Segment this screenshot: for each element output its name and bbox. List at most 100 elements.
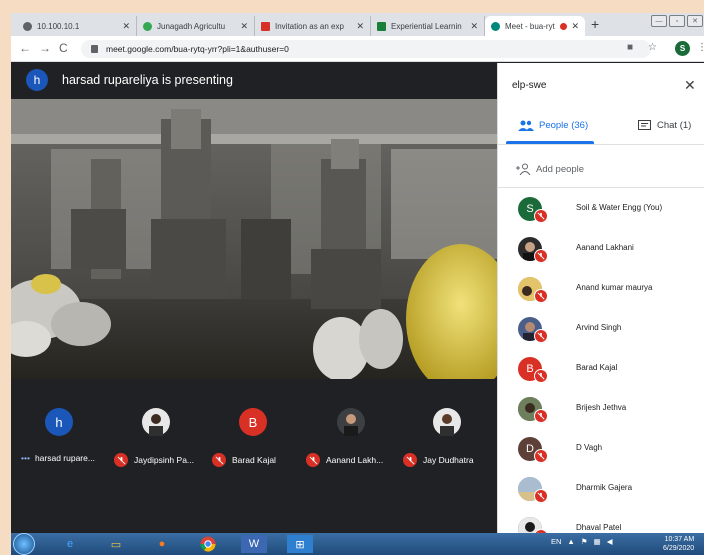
meet-icon xyxy=(491,21,500,31)
meeting-code: elp-swe xyxy=(512,80,547,91)
lock-icon xyxy=(91,45,98,53)
close-panel-icon[interactable]: ✕ xyxy=(684,77,696,94)
mic-off-icon xyxy=(534,369,548,383)
more-options-icon[interactable]: ••• xyxy=(21,453,30,463)
network-app-icon[interactable]: ⊞ xyxy=(287,535,313,553)
volume-icon[interactable]: ◀ xyxy=(607,537,613,546)
participant-name: Jay Dudhatra xyxy=(403,453,474,467)
internet-explorer-icon[interactable]: e xyxy=(57,535,83,553)
presenter-bar: h harsad rupareliya is presenting xyxy=(11,68,233,92)
recording-dot-icon xyxy=(560,22,568,30)
participant-tile[interactable]: Jay Dudhatra xyxy=(399,393,497,473)
language-indicator[interactable]: EN xyxy=(551,537,561,546)
participant-name-text: Barad Kajal xyxy=(232,455,276,465)
browser-tab-2[interactable]: Junagadh Agricultu ✕ xyxy=(137,16,255,36)
site-favicon-icon xyxy=(143,21,152,31)
browser-tab-3[interactable]: Invitation as an exp ✕ xyxy=(255,16,371,36)
mic-off-icon xyxy=(114,453,128,467)
participant-photo-avatar xyxy=(433,408,461,436)
mic-off-icon xyxy=(534,409,548,423)
profile-avatar[interactable]: S xyxy=(675,41,690,56)
media-player-icon[interactable]: ● xyxy=(149,535,175,553)
forward-arrow-icon[interactable]: → xyxy=(39,41,51,55)
person-name: Barad Kajal xyxy=(576,363,618,372)
clock-time: 10:37 AM xyxy=(664,536,695,543)
tab-people-label: People (36) xyxy=(539,119,589,131)
list-item[interactable]: Arvind Singh xyxy=(498,309,704,349)
menu-kebab-icon[interactable]: ⋮ xyxy=(697,42,704,53)
tab-close-icon[interactable]: ✕ xyxy=(122,21,130,32)
tab-close-icon[interactable]: ✕ xyxy=(240,21,248,32)
participant-name-text: Jay Dudhatra xyxy=(423,455,474,465)
presenter-label: harsad rupareliya is presenting xyxy=(62,73,233,87)
list-item[interactable]: Brijesh Jethva xyxy=(498,389,704,429)
address-bar[interactable]: meet.google.com/bua-rytq-yrr?pli=1&authu… xyxy=(81,40,651,58)
add-person-icon xyxy=(516,163,531,175)
gmail-icon xyxy=(261,21,270,31)
reload-icon[interactable]: C xyxy=(59,41,68,55)
network-icon[interactable]: ▦ xyxy=(594,537,601,546)
divider xyxy=(498,144,704,145)
browser-tab-strip: 10.100.10.1 ✕ Junagadh Agricultu ✕ Invit… xyxy=(11,13,704,36)
file-explorer-icon[interactable]: ▭ xyxy=(103,535,129,553)
globe-icon xyxy=(23,21,32,31)
flag-icon[interactable]: ⚑ xyxy=(581,537,588,546)
person-name: Aanand Lakhani xyxy=(576,243,634,252)
mic-off-icon xyxy=(534,209,548,223)
new-tab-button[interactable]: + xyxy=(591,16,599,32)
browser-tab-meet[interactable]: Meet - bua-ryt ✕ xyxy=(485,16,585,36)
mic-off-icon xyxy=(534,329,548,343)
shared-screen-video[interactable] xyxy=(11,99,497,379)
add-people-button[interactable]: Add people xyxy=(516,163,584,175)
participant-tile[interactable]: Aanand Lakh... xyxy=(303,393,399,473)
person-name: Dhaval Patel xyxy=(576,523,622,532)
list-item[interactable]: Dharmik Gajera xyxy=(498,469,704,509)
tray-expand-icon[interactable]: ▲ xyxy=(567,537,574,546)
mic-off-icon xyxy=(306,453,320,467)
person-name: Arvind Singh xyxy=(576,323,622,332)
list-item[interactable]: D D Vagh xyxy=(498,429,704,469)
classroom-icon xyxy=(377,21,386,31)
participant-photo-avatar xyxy=(337,408,365,436)
tab-close-icon[interactable]: ✕ xyxy=(356,21,364,32)
tab-chat[interactable]: Chat (1) xyxy=(638,115,691,135)
back-arrow-icon[interactable]: ← xyxy=(19,41,31,55)
tab-chat-label: Chat (1) xyxy=(657,119,692,131)
chrome-icon[interactable] xyxy=(195,535,221,553)
browser-tab-1[interactable]: 10.100.10.1 ✕ xyxy=(17,16,137,36)
system-tray: EN ▲ ⚑ ▦ ◀ xyxy=(551,537,612,546)
list-item[interactable]: Aanand Lakhani xyxy=(498,229,704,269)
browser-toolbar: ← → C meet.google.com/bua-rytq-yrr?pli=1… xyxy=(11,36,704,62)
maximize-icon[interactable]: ▫ xyxy=(669,15,685,27)
participant-name-text: harsad rupare... xyxy=(34,453,95,463)
tab-label: Invitation as an exp xyxy=(275,21,344,31)
participant-tile[interactable]: h ••• harsad rupare... xyxy=(11,393,111,473)
participant-avatar: B xyxy=(239,408,267,436)
tab-label: Junagadh Agricultu xyxy=(157,21,226,31)
list-item[interactable]: S Soil & Water Engg (You) xyxy=(498,189,704,229)
mic-off-icon xyxy=(534,249,548,263)
participant-name-text: Jaydipsinh Pa... xyxy=(134,455,195,465)
tab-close-icon[interactable]: ✕ xyxy=(571,21,579,32)
start-button[interactable] xyxy=(13,533,35,555)
list-item[interactable]: Anand kumar maurya xyxy=(498,269,704,309)
tab-people[interactable]: People (36) xyxy=(518,115,588,135)
camera-icon[interactable]: ■ xyxy=(627,42,633,53)
list-item[interactable]: B Barad Kajal xyxy=(498,349,704,389)
tab-label: Experiential Learnin xyxy=(391,21,462,31)
mic-off-icon xyxy=(534,289,548,303)
participant-tile[interactable]: Jaydipsinh Pa... xyxy=(111,393,207,473)
minimize-icon[interactable]: — xyxy=(651,15,667,27)
participant-name-text: Aanand Lakh... xyxy=(326,455,384,465)
mic-off-icon xyxy=(534,489,548,503)
close-window-icon[interactable]: ✕ xyxy=(687,15,703,27)
clock[interactable]: 10:37 AM 6/29/2020 xyxy=(663,535,694,553)
word-icon[interactable]: W xyxy=(241,535,267,553)
chat-icon xyxy=(638,119,651,130)
browser-tab-4[interactable]: Experiential Learnin ✕ xyxy=(371,16,485,36)
bookmark-star-icon[interactable]: ☆ xyxy=(648,42,657,53)
meet-stage: h harsad rupareliya is presenting h ••• … xyxy=(11,63,497,533)
tab-label: 10.100.10.1 xyxy=(37,21,80,31)
participant-tile[interactable]: B Barad Kajal xyxy=(207,393,303,473)
tab-close-icon[interactable]: ✕ xyxy=(470,21,478,32)
